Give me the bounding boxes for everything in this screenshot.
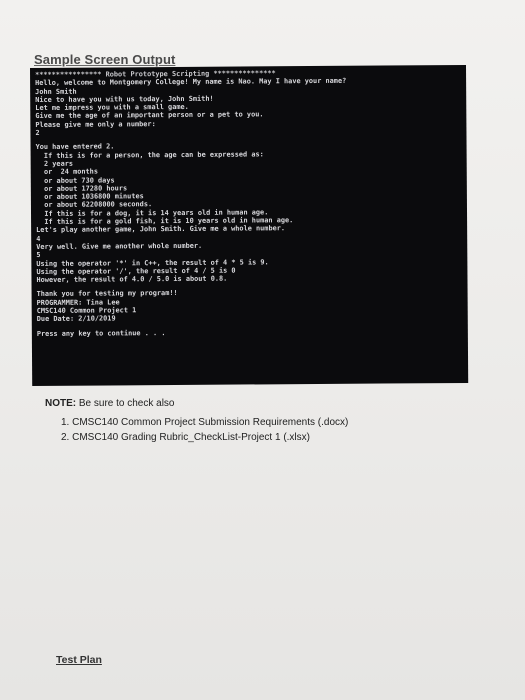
console-output: **************** Robot Prototype Scripti… [35, 68, 463, 338]
note-text: Be sure to check also [76, 398, 175, 409]
notes-section: NOTE: Be sure to check also 1. CMSC140 C… [45, 398, 485, 447]
note-label: NOTE: [45, 398, 77, 409]
section-heading: Sample Screen Output [34, 52, 176, 67]
console-window: **************** Robot Prototype Scripti… [30, 64, 469, 386]
console-line: Press any key to continue . . . [36, 328, 166, 338]
note-item: 1. CMSC140 Common Project Submission Req… [61, 417, 349, 428]
test-plan-link[interactable]: Test Plan [56, 654, 102, 666]
document-page: Sample Screen Output **************** Ro… [0, 0, 525, 700]
note-line: NOTE: Be sure to check also [45, 398, 485, 409]
note-list: 1. CMSC140 Common Project Submission Req… [61, 417, 485, 444]
note-item: 2. CMSC140 Grading Rubric_CheckList-Proj… [61, 432, 310, 443]
